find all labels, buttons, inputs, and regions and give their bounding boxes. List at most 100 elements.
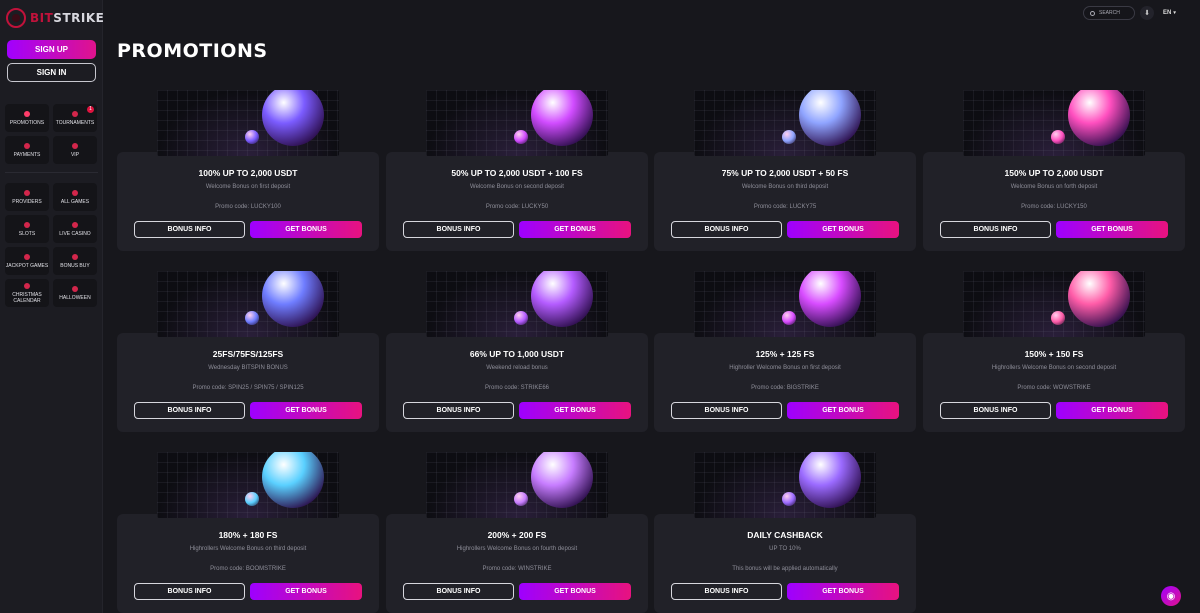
sign-up-button[interactable]: SIGN UP xyxy=(7,40,96,59)
sidebar-item-label: JACKPOT GAMES xyxy=(5,262,49,269)
slots-icon xyxy=(24,221,30,228)
get-bonus-button[interactable]: GET BONUS xyxy=(1056,402,1168,419)
search-button[interactable]: SEARCH xyxy=(1083,6,1135,20)
logo-icon xyxy=(6,8,26,28)
sidebar-item-slots[interactable]: SLOTS xyxy=(5,215,49,243)
language-selector[interactable]: EN ▾ xyxy=(1163,6,1185,20)
promo-code: Promo code: BIGSTRIKE xyxy=(751,385,819,391)
providers-icon xyxy=(24,189,30,196)
bonus-info-button[interactable]: BONUS INFO xyxy=(403,402,514,419)
nav-top: PROMOTIONS TOURNAMENTS 1 PAYMENTS VIP xyxy=(5,104,97,164)
sidebar-item-bonus-buy[interactable]: BONUS BUY xyxy=(53,247,97,275)
promo-title: 25FS/75FS/125FS xyxy=(212,349,284,359)
search-label: SEARCH xyxy=(1099,10,1120,16)
sidebar-item-payments[interactable]: PAYMENTS xyxy=(5,136,49,164)
promo-illustration xyxy=(694,90,876,156)
language-label: EN xyxy=(1163,10,1172,16)
promo-title: 75% UP TO 2,000 USDT + 50 FS xyxy=(721,168,849,178)
get-bonus-button[interactable]: GET BONUS xyxy=(250,583,362,600)
sidebar-item-label: LIVE CASINO xyxy=(59,230,91,237)
promo-title: 200% + 200 FS xyxy=(487,530,547,540)
get-bonus-button[interactable]: GET BONUS xyxy=(250,402,362,419)
sidebar-item-promotions[interactable]: PROMOTIONS xyxy=(5,104,49,132)
get-bonus-button[interactable]: GET BONUS xyxy=(787,583,899,600)
promo-code: Promo code: WINSTRIKE xyxy=(482,566,552,572)
promo-card-body: 150% UP TO 2,000 USDT Welcome Bonus on fo… xyxy=(923,152,1185,251)
promo-card-body: 150% + 150 FS Highrollers Welcome Bonus o… xyxy=(923,333,1185,432)
promo-code: Promo code: SPIN25 / SPIN75 / SPIN125 xyxy=(192,385,304,391)
promo-illustration xyxy=(963,271,1145,337)
wallet-icon xyxy=(24,142,30,149)
bonus-info-button[interactable]: BONUS INFO xyxy=(403,221,514,238)
get-bonus-button[interactable]: GET BONUS xyxy=(1056,221,1168,238)
bonus-info-button[interactable]: BONUS INFO xyxy=(134,583,245,600)
sidebar-item-providers[interactable]: PROVIDERS xyxy=(5,183,49,211)
get-bonus-button[interactable]: GET BONUS xyxy=(519,221,631,238)
get-bonus-button[interactable]: GET BONUS xyxy=(250,221,362,238)
promo-code: Promo code: LUCKY100 xyxy=(215,204,281,210)
sidebar-item-label: HALLOWEEN xyxy=(59,294,91,301)
search-icon xyxy=(1090,10,1095,16)
get-bonus-button[interactable]: GET BONUS xyxy=(787,402,899,419)
promo-card-body: 125% + 125 FS Highroller Welcome Bonus on… xyxy=(654,333,916,432)
bonus-info-button[interactable]: BONUS INFO xyxy=(671,583,782,600)
pumpkin-icon xyxy=(72,285,78,292)
notification-badge: 1 xyxy=(87,106,94,113)
sidebar-item-live-casino[interactable]: LIVE CASINO xyxy=(53,215,97,243)
promo-subtitle: Welcome Bonus on second deposit xyxy=(470,184,564,190)
promo-card-body: 66% UP TO 1,000 USDT Weekend reload bonus… xyxy=(386,333,648,432)
sidebar-item-jackpot-games[interactable]: JACKPOT GAMES xyxy=(5,247,49,275)
promo-title: 50% UP TO 2,000 USDT + 100 FS xyxy=(451,168,583,178)
nav-divider xyxy=(5,172,98,173)
live-icon xyxy=(72,221,78,228)
bonus-info-button[interactable]: BONUS INFO xyxy=(940,221,1051,238)
sidebar-item-label: PAYMENTS xyxy=(13,151,41,158)
bonus-info-button[interactable]: BONUS INFO xyxy=(671,221,782,238)
logo[interactable]: BITSTRIKE xyxy=(6,8,104,28)
tree-icon xyxy=(24,282,30,289)
promo-card-body: 200% + 200 FS Highrollers Welcome Bonus o… xyxy=(386,514,648,613)
promo-code: This bonus will be applied automatically xyxy=(732,566,838,572)
promo-title: 125% + 125 FS xyxy=(755,349,815,359)
promo-title: DAILY CASHBACK xyxy=(747,530,823,540)
get-bonus-button[interactable]: GET BONUS xyxy=(519,402,631,419)
bonus-buy-icon xyxy=(72,253,78,260)
sidebar-item-christmas-calendar[interactable]: CHRISTMAS CALENDAR xyxy=(5,279,49,307)
promo-code: Promo code: BOOMSTRIKE xyxy=(210,566,286,572)
promo-title: 180% + 180 FS xyxy=(218,530,278,540)
bonus-info-button[interactable]: BONUS INFO xyxy=(134,221,245,238)
sidebar-item-halloween[interactable]: HALLOWEEN xyxy=(53,279,97,307)
promo-card-body: 25FS/75FS/125FS Wednesday BITSPIN BONUS Pr… xyxy=(117,333,379,432)
page-title: PROMOTIONS xyxy=(117,40,268,62)
get-bonus-button[interactable]: GET BONUS xyxy=(519,583,631,600)
promo-title: 66% UP TO 1,000 USDT xyxy=(469,349,565,359)
chat-icon: ◉ xyxy=(1166,590,1176,602)
chevron-down-icon: ▾ xyxy=(1173,10,1176,16)
sidebar-item-all-games[interactable]: ALL GAMES xyxy=(53,183,97,211)
promo-illustration xyxy=(426,452,608,518)
bonus-info-button[interactable]: BONUS INFO xyxy=(403,583,514,600)
promotions-icon xyxy=(24,110,30,117)
promo-subtitle: Highrollers Welcome Bonus on fourth depo… xyxy=(456,546,578,552)
bonus-info-button[interactable]: BONUS INFO xyxy=(671,402,782,419)
bonus-info-button[interactable]: BONUS INFO xyxy=(940,402,1051,419)
promo-title: 150% UP TO 2,000 USDT xyxy=(1004,168,1104,178)
promo-code: Promo code: LUCKY150 xyxy=(1021,204,1087,210)
sidebar-item-label: PROVIDERS xyxy=(12,198,42,205)
sidebar-item-label: CHRISTMAS CALENDAR xyxy=(12,291,42,304)
sidebar-item-tournaments[interactable]: TOURNAMENTS 1 xyxy=(53,104,97,132)
sidebar-item-vip[interactable]: VIP xyxy=(53,136,97,164)
bonus-info-button[interactable]: BONUS INFO xyxy=(134,402,245,419)
promo-illustration xyxy=(694,271,876,337)
sign-in-button[interactable]: SIGN IN xyxy=(7,63,96,82)
get-bonus-button[interactable]: GET BONUS xyxy=(787,221,899,238)
sidebar-item-label: VIP xyxy=(70,151,80,158)
download-button[interactable]: ⬇ xyxy=(1140,6,1154,20)
promo-subtitle: Wednesday BITSPIN BONUS xyxy=(208,365,288,371)
promo-title: 100% UP TO 2,000 USDT xyxy=(198,168,298,178)
promo-card-body: 180% + 180 FS Highrollers Welcome Bonus o… xyxy=(117,514,379,613)
promo-subtitle: UP TO 10% xyxy=(769,546,801,552)
promo-illustration xyxy=(157,271,339,337)
promo-illustration xyxy=(694,452,876,518)
chat-button[interactable]: ◉ xyxy=(1161,586,1181,606)
